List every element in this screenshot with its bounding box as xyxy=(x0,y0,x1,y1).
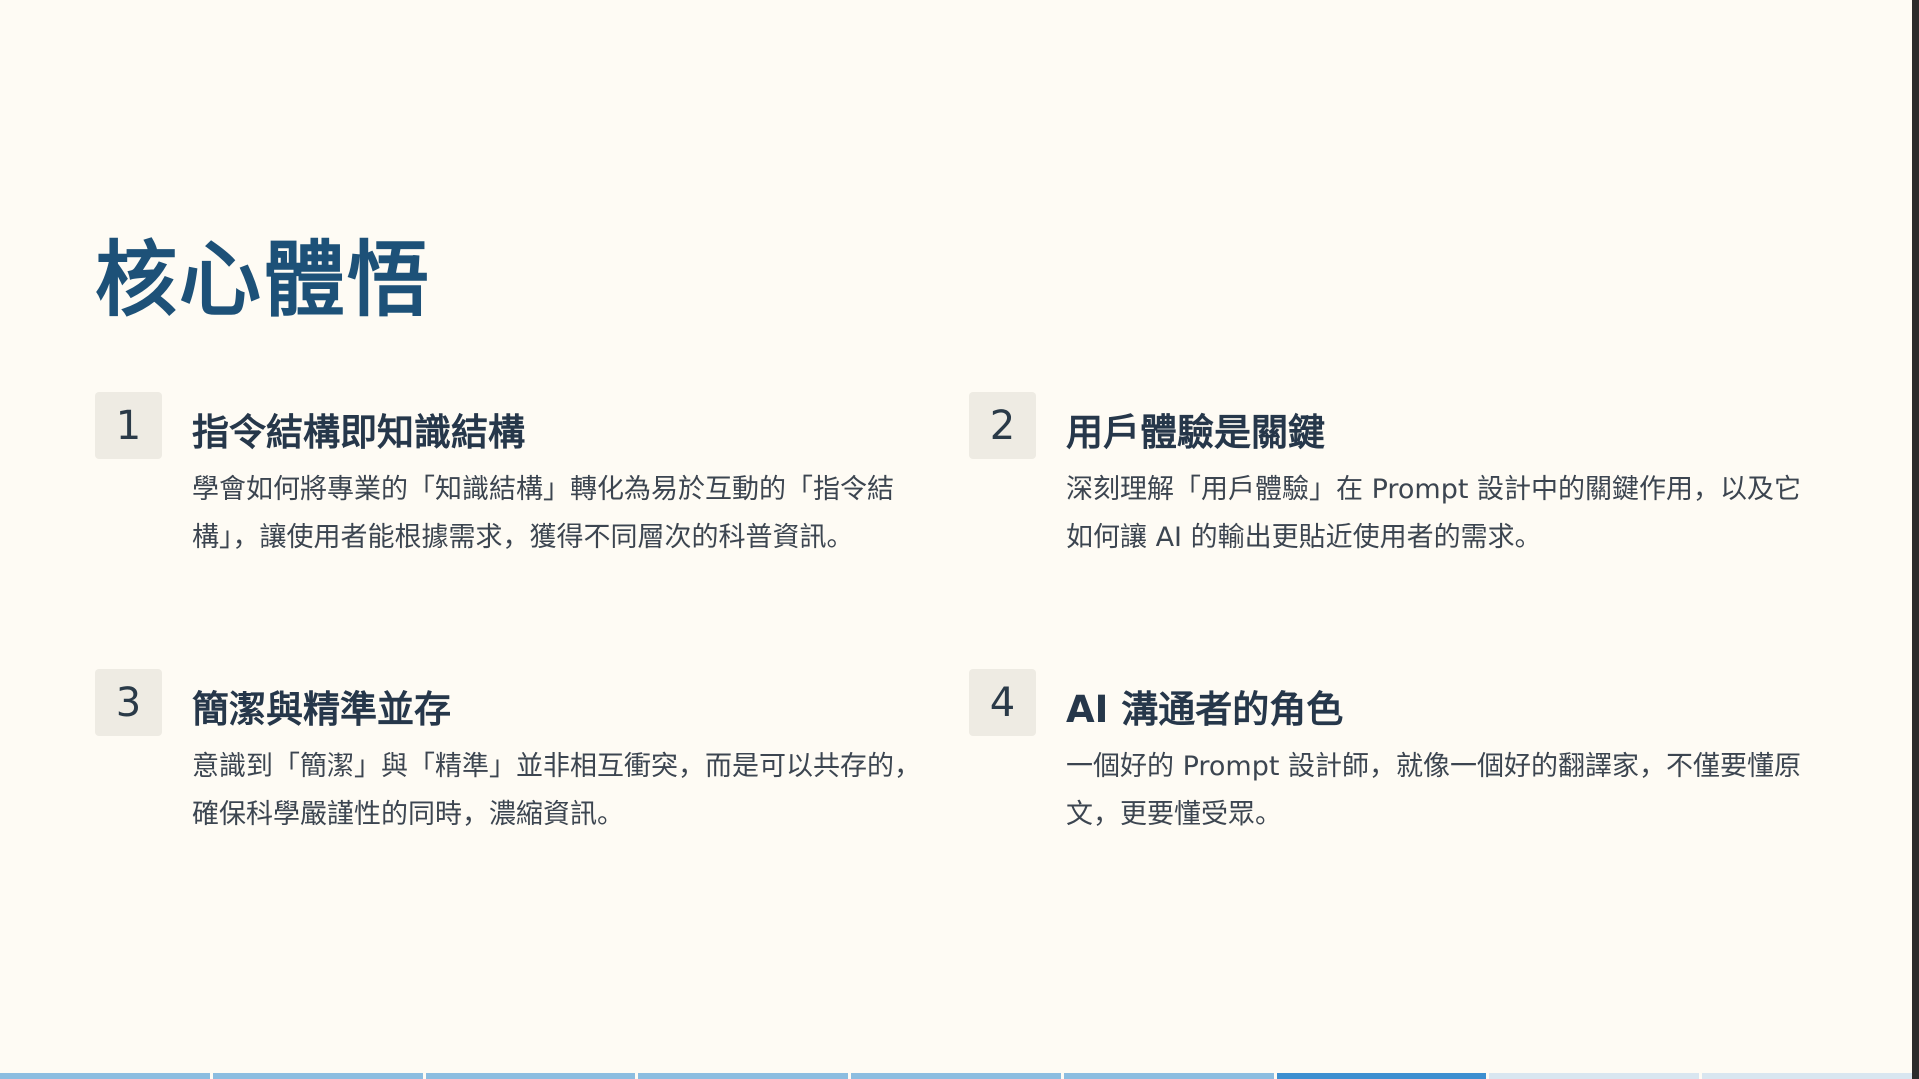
slide-progress-bar xyxy=(0,1073,1912,1079)
item-title: 簡潔與精準並存 xyxy=(192,688,451,731)
progress-segment-2[interactable] xyxy=(212,1073,423,1079)
item-number-badge: 4 xyxy=(969,669,1036,736)
item-description: 學會如何將專業的「知識結構」轉化為易於互動的「指令結構」，讓使用者能根據需求，獲… xyxy=(192,474,894,553)
item-description: 一個好的 Prompt 設計師，就像一個好的翻譯家，不僅要懂原文，更要懂受眾。 xyxy=(1066,751,1802,830)
item-description: 意識到「簡潔」與「精準」並非相互衝突，而是可以共存的，確保科學嚴謹性的同時，濃縮… xyxy=(192,751,921,830)
item-description: 深刻理解「用戶體驗」在 Prompt 設計中的關鍵作用，以及它如何讓 AI 的輸… xyxy=(1066,474,1802,553)
progress-segment-5[interactable] xyxy=(851,1073,1061,1079)
item-number-badge: 3 xyxy=(95,669,162,736)
slide-title: 核心體悟 xyxy=(95,233,432,328)
progress-segment-1[interactable] xyxy=(0,1073,210,1079)
item-number-badge: 1 xyxy=(95,392,162,459)
item-title: 指令結構即知識結構 xyxy=(192,411,525,454)
progress-segment-7[interactable] xyxy=(1276,1073,1487,1079)
window-edge xyxy=(1912,0,1919,1079)
progress-segment-4[interactable] xyxy=(638,1073,849,1079)
item-number-badge: 2 xyxy=(969,392,1036,459)
progress-segment-9[interactable] xyxy=(1702,1073,1912,1079)
progress-segment-3[interactable] xyxy=(425,1073,636,1079)
item-title: AI 溝通者的角色 xyxy=(1066,688,1344,731)
progress-segment-8[interactable] xyxy=(1489,1073,1700,1079)
item-title: 用戶體驗是關鍵 xyxy=(1066,411,1325,454)
slide: 核心體悟 1 指令結構即知識結構 學會如何將專業的「知識結構」轉化為易於互動的「… xyxy=(0,0,1912,1079)
progress-segment-6[interactable] xyxy=(1063,1073,1274,1079)
